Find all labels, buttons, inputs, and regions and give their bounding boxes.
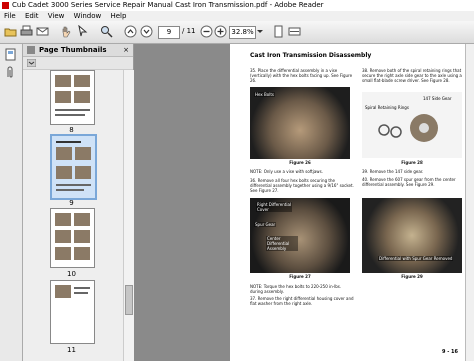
step-39: 39. Remove the 147 side gear.	[362, 169, 462, 174]
document-scrollbar[interactable]	[465, 44, 474, 361]
step-number: 39.	[362, 169, 369, 174]
step-text: Place the differential assembly in a vis…	[250, 68, 353, 83]
figure-caption: Figure 29	[401, 274, 423, 279]
step-40: 40. Remove the 607 spur gear from the ce…	[362, 177, 462, 187]
page-thumbnails-panel: Page Thumbnails × 8 9 10 11	[23, 44, 134, 361]
attachments-tab-icon[interactable]	[5, 66, 16, 79]
menu-edit[interactable]: Edit	[25, 12, 39, 20]
thumbnail-options-bar	[23, 57, 133, 70]
step-37: 37. Remove the right differential housin…	[250, 296, 355, 306]
zoom-level-input[interactable]: 32.8%	[229, 26, 256, 39]
figure-label: 147 Side Gear	[423, 96, 452, 101]
thumbnails-panel-icon	[27, 46, 35, 54]
page-number-input[interactable]: 9	[158, 26, 180, 39]
thumbnail-label: 10	[67, 270, 76, 278]
thumbnail-list: 8 9 10 11	[23, 70, 123, 361]
thumbnail-label: 11	[67, 346, 76, 354]
figure-label: Differential with Spur Gear Removed	[378, 256, 454, 261]
navigation-pane-strip	[0, 44, 23, 361]
note-softjaws: NOTE: Only use a vise with softjaws.	[250, 169, 323, 174]
menu-window[interactable]: Window	[74, 12, 102, 20]
hand-tool-icon[interactable]	[60, 25, 73, 38]
step-38: 38. Remove both of the spiral retaining …	[362, 68, 462, 83]
figure-27-photo: Right Differential Cover Spur Gear Cente…	[250, 198, 350, 273]
thumbnail-page-9[interactable]	[50, 134, 97, 200]
thumbnails-scrollbar[interactable]	[123, 70, 134, 361]
menu-bar: File Edit View Window Help	[0, 11, 474, 21]
step-text: Remove the right differential housing co…	[250, 296, 354, 306]
figure-label: Center Differential Assembly	[266, 236, 298, 251]
step-text: Remove the 607 spur gear from the center…	[362, 177, 456, 187]
panel-title: Page Thumbnails	[39, 46, 107, 54]
figure-label: Right Differential Cover	[256, 202, 292, 212]
email-icon[interactable]	[36, 25, 49, 38]
toolbar: 9 / 11 32.8%	[0, 21, 474, 44]
previous-page-icon[interactable]	[124, 25, 137, 38]
figure-caption: Figure 27	[289, 274, 311, 279]
step-35: 35. Place the differential assembly in a…	[250, 68, 355, 83]
figure-label: Spur Gear	[254, 222, 277, 227]
menu-help[interactable]: Help	[110, 12, 126, 20]
thumbnail-label: 9	[69, 199, 74, 207]
title-bar: Cub Cadet 3000 Series Service Repair Man…	[0, 0, 474, 11]
window-title: Cub Cadet 3000 Series Service Repair Man…	[12, 1, 324, 9]
print-icon[interactable]	[20, 25, 33, 38]
figure-26-photo: Hex Bolts	[250, 87, 350, 159]
panel-header: Page Thumbnails ×	[23, 44, 133, 57]
fit-width-icon[interactable]	[288, 25, 301, 38]
options-menu-icon[interactable]	[27, 59, 36, 67]
menu-view[interactable]: View	[48, 12, 65, 20]
step-text: Remove all four hex bolts securing the d…	[250, 178, 354, 193]
adobe-reader-icon	[2, 2, 9, 9]
figure-caption: Figure 26	[289, 160, 311, 165]
menu-file[interactable]: File	[4, 12, 16, 20]
page-footer: 9 - 16	[442, 349, 458, 355]
thumbnails-scroll-thumb[interactable]	[125, 285, 133, 315]
figure-label: Spiral Retaining Rings	[365, 105, 409, 110]
zoom-dropdown-icon[interactable]	[256, 25, 264, 38]
next-page-icon[interactable]	[140, 25, 153, 38]
figure-29-photo: Differential with Spur Gear Removed	[362, 198, 462, 273]
zoom-marquee-icon[interactable]	[100, 25, 113, 38]
zoom-in-icon[interactable]	[214, 25, 227, 38]
step-text: Remove both of the spiral retaining ring…	[362, 68, 462, 83]
pdf-page: Cast Iron Transmission Disassembly 35. P…	[230, 44, 474, 361]
select-tool-icon[interactable]	[76, 25, 89, 38]
section-heading: Cast Iron Transmission Disassembly	[250, 52, 372, 59]
side-gear-illustration	[378, 114, 438, 142]
fit-page-icon[interactable]	[272, 25, 285, 38]
note-torque: NOTE: Torque the hex bolts to 220-250 in…	[250, 284, 342, 294]
figure-label: Hex Bolts	[254, 92, 275, 97]
document-area: Cast Iron Transmission Disassembly 35. P…	[134, 44, 474, 361]
thumbnail-page-11[interactable]	[50, 280, 95, 344]
thumbnail-label: 8	[69, 126, 74, 134]
step-36: 36. Remove all four hex bolts securing t…	[250, 178, 355, 193]
page-thumbnails-tab-icon[interactable]	[5, 48, 16, 61]
thumbnail-page-10[interactable]	[50, 208, 95, 268]
zoom-out-icon[interactable]	[200, 25, 213, 38]
open-folder-icon[interactable]	[4, 25, 17, 38]
figure-28-photo: Spiral Retaining Rings 147 Side Gear	[362, 92, 462, 158]
page-total: / 11	[182, 27, 196, 35]
close-panel-icon[interactable]: ×	[123, 44, 129, 56]
step-text: Remove the 147 side gear.	[369, 169, 424, 174]
figure-caption: Figure 28	[401, 160, 423, 165]
thumbnail-page-8[interactable]	[50, 70, 95, 125]
